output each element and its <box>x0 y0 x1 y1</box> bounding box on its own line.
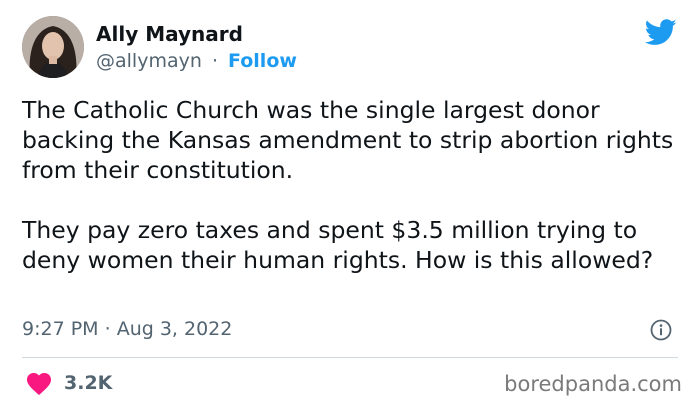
heart-icon[interactable] <box>25 370 53 396</box>
avatar[interactable] <box>22 16 84 78</box>
follow-button[interactable]: Follow <box>228 50 297 72</box>
tweet-card: Ally Maynard @allymayn · Follow The Cath… <box>0 0 700 410</box>
author-name[interactable]: Ally Maynard <box>96 22 243 46</box>
divider <box>22 357 678 358</box>
watermark: boredpanda.com <box>504 372 682 396</box>
author-handle[interactable]: @allymayn <box>96 50 202 72</box>
tweet-paragraph-1: The Catholic Church was the single large… <box>22 96 674 184</box>
handle-row: @allymayn · Follow <box>96 50 297 72</box>
date-separator: · <box>104 318 111 340</box>
twitter-bird-icon[interactable] <box>644 19 677 46</box>
tweet-paragraph-2: They pay zero taxes and spent $3.5 milli… <box>22 216 654 274</box>
tweet-text: The Catholic Church was the single large… <box>22 95 682 275</box>
tweet-timestamp[interactable]: 9:27 PM · Aug 3, 2022 <box>22 318 232 340</box>
tweet-time: 9:27 PM <box>22 318 99 340</box>
tweet-date: Aug 3, 2022 <box>116 318 233 340</box>
separator-dot: · <box>211 50 218 72</box>
info-icon[interactable] <box>650 319 672 341</box>
like-count[interactable]: 3.2K <box>64 372 112 394</box>
